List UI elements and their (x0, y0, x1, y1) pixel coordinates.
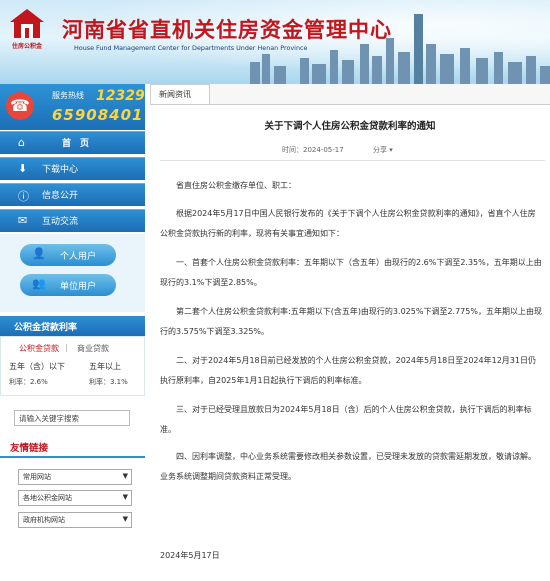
article-paragraph: 一、首套个人住房公积金贷款利率：五年期以下（含五年）由现行的2.6%下调至2.3… (160, 258, 542, 287)
tab-separator: | (65, 343, 68, 352)
rates-title: 公积金贷款利率 (14, 323, 78, 333)
nav-home[interactable]: ⌂ 首 页 (0, 131, 145, 154)
hotline-panel: ☎ 服务热线 12329 65908401 (0, 84, 145, 130)
unit-user-button[interactable]: 👥 单位用户 (20, 274, 116, 296)
site-subtitle: House Fund Management Center for Departm… (74, 44, 308, 52)
personal-user-label: 个人用户 (60, 252, 97, 262)
search-input[interactable]: 请输入关键字搜索 (14, 410, 130, 426)
article-paragraph: 三、对于已经受理且放款日为2024年5月18日（含）后的个人住房公积金贷款，执行… (160, 405, 532, 434)
article-signature: 2024年5月17日 (160, 551, 220, 560)
article-paragraph: 根据2024年5月17日中国人民银行发布的《关于下调个人住房公积金贷款利率的通知… (160, 209, 536, 238)
personal-user-button[interactable]: 👤 个人用户 (20, 244, 116, 266)
download-icon: ⬇ (18, 162, 28, 175)
unit-user-label: 单位用户 (60, 282, 97, 292)
chat-icon: ✉ (18, 214, 28, 227)
select-local-fund-sites[interactable]: 各地公积金网站 ▼ (18, 490, 132, 506)
chevron-down-icon: ▼ (122, 472, 128, 480)
person-icon: 👤 (32, 247, 46, 260)
select-value: 常用网站 (23, 473, 51, 481)
chevron-down-icon: ▾ (389, 146, 393, 154)
tab-news-label: 新闻资讯 (159, 90, 191, 99)
rate-row-label: 五年以上 (89, 362, 121, 371)
tab-news[interactable]: 新闻资讯 (150, 84, 210, 104)
article-paragraph: 第二套个人住房公积金贷款利率:五年期以下(含五年)由现行的3.025%下调至2.… (160, 307, 542, 336)
rates-panel: 公积金贷款 | 商业贷款 五年（含）以下 五年以上 利率：2.6% 利率：3.1… (0, 336, 145, 396)
tab-commercial-loan[interactable]: 商业贷款 (77, 343, 109, 354)
hotline-long-number: 65908401 (52, 106, 144, 124)
nav-interaction[interactable]: ✉ 互动交流 (0, 209, 145, 232)
share-label: 分享 (373, 146, 387, 154)
rate-row-value: 利率：2.6% (9, 378, 48, 386)
hotline-short-number: 12329 (96, 88, 145, 104)
rates-header: 公积金贷款利率 (0, 316, 145, 336)
logo-text: 住房公积金 (11, 43, 42, 50)
share-button[interactable]: 分享 ▾ (373, 145, 393, 155)
select-value: 政府机构网站 (23, 516, 65, 524)
nav-download-label: 下载中心 (42, 165, 79, 175)
article-paragraph: 四、因利率调整，中心业务系统需要修改相关参数设置，已受理未发放的贷款需延期发放，… (160, 452, 536, 481)
info-icon: ⓘ (18, 190, 29, 203)
select-value: 各地公积金网站 (23, 494, 72, 502)
nav-download[interactable]: ⬇ 下载中心 (0, 157, 145, 180)
article-paragraph: 二、对于2024年5月18日前已经发放的个人住房公积金贷款，2024年5月18日… (160, 356, 536, 385)
home-icon: ⌂ (18, 136, 25, 149)
search-placeholder: 请输入关键字搜索 (19, 414, 79, 423)
logo-icon (10, 9, 44, 38)
group-icon: 👥 (32, 277, 46, 290)
hotline-label: 服务热线 (52, 91, 84, 100)
divider (160, 160, 545, 161)
tab-housing-fund-loan[interactable]: 公积金贷款 (19, 343, 59, 354)
links-header: 友情链接 (0, 436, 145, 458)
chevron-down-icon: ▼ (122, 515, 128, 523)
chevron-down-icon: ▼ (122, 493, 128, 501)
article-paragraph: 省直住房公积金缴存单位、职工： (176, 181, 296, 190)
links-title: 友情链接 (10, 443, 49, 454)
select-common-sites[interactable]: 常用网站 ▼ (18, 469, 132, 485)
links-divider (0, 456, 145, 458)
phone-icon: ☎ (6, 92, 34, 120)
nav-info-label: 信息公开 (42, 191, 79, 201)
rate-row-label: 五年（含）以下 (9, 362, 65, 371)
rate-row-value: 利率：3.1% (89, 378, 128, 386)
tab-bar (150, 84, 550, 105)
article-time: 时间：2024-05-17 (282, 146, 344, 154)
site-title: 河南省省直机关住房资金管理中心 (62, 17, 392, 42)
nav-info[interactable]: ⓘ 信息公开 (0, 183, 145, 206)
user-panel: 👤 个人用户 👥 单位用户 (0, 234, 145, 312)
nav-home-label: 首 页 (62, 139, 90, 149)
select-government-sites[interactable]: 政府机构网站 ▼ (18, 512, 132, 528)
nav-interaction-label: 互动交流 (42, 217, 79, 227)
article-title: 关于下调个人住房公积金贷款利率的通知 (264, 121, 436, 132)
